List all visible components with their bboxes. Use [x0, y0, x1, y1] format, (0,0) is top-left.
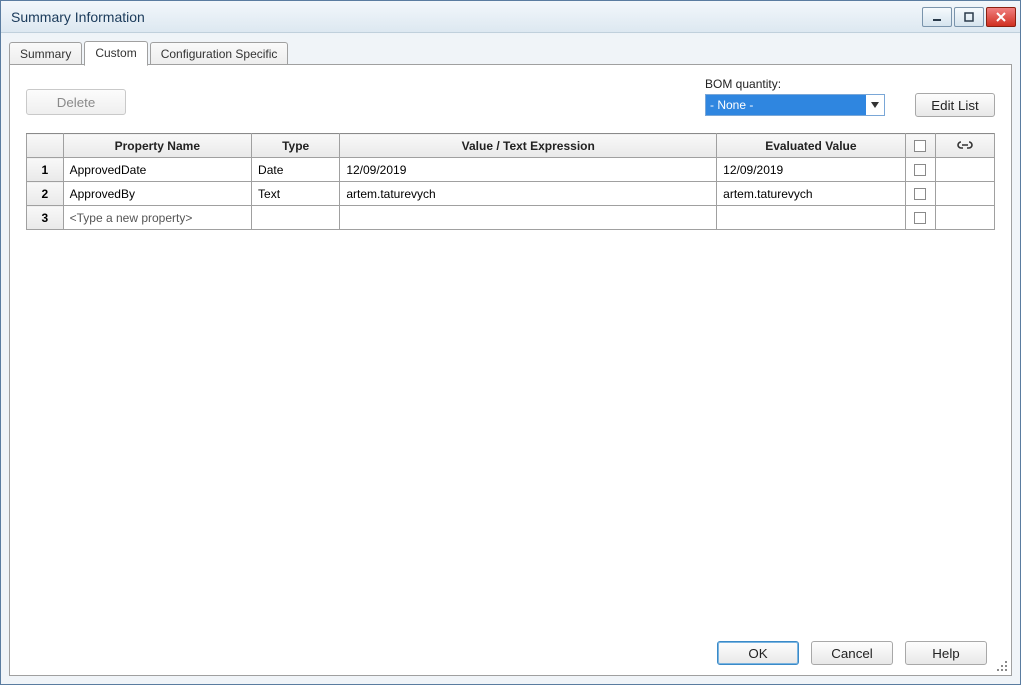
grid-header-evaluated[interactable]: Evaluated Value [717, 134, 905, 158]
cell-check[interactable] [905, 206, 935, 230]
edit-list-button[interactable]: Edit List [915, 93, 995, 117]
chevron-down-icon [866, 102, 884, 108]
ok-button[interactable]: OK [717, 641, 799, 665]
bom-quantity-label: BOM quantity: [705, 77, 995, 91]
tab-bar: Summary Custom Configuration Specific [1, 33, 1020, 65]
tab-configuration-specific[interactable]: Configuration Specific [150, 42, 289, 66]
titlebar: Summary Information [1, 1, 1020, 33]
row-number: 3 [27, 206, 64, 230]
minimize-icon [932, 12, 942, 22]
cell-property-name[interactable]: <Type a new property> [63, 206, 251, 230]
titlebar-buttons [922, 7, 1016, 27]
maximize-button[interactable] [954, 7, 984, 27]
cancel-button[interactable]: Cancel [811, 641, 893, 665]
resize-grip[interactable] [993, 657, 1009, 673]
tab-custom[interactable]: Custom [84, 41, 147, 66]
cell-type[interactable]: Date [252, 158, 340, 182]
cell-check[interactable] [905, 158, 935, 182]
top-controls: Delete BOM quantity: - None - Edit List [26, 77, 995, 117]
close-icon [995, 12, 1007, 22]
checkbox-icon [914, 188, 926, 200]
window-title: Summary Information [11, 9, 922, 25]
checkbox-icon [914, 140, 926, 152]
bom-quantity-value: - None - [706, 95, 866, 115]
bom-group: BOM quantity: - None - Edit List [705, 77, 995, 117]
grid-header-property-name[interactable]: Property Name [63, 134, 251, 158]
grid-header-type[interactable]: Type [252, 134, 340, 158]
help-button[interactable]: Help [905, 641, 987, 665]
cell-link [935, 206, 994, 230]
cell-value[interactable]: artem.taturevych [340, 182, 717, 206]
cell-evaluated [717, 206, 905, 230]
grid-header-link[interactable] [935, 134, 994, 158]
grid-header-value[interactable]: Value / Text Expression [340, 134, 717, 158]
checkbox-icon [914, 164, 926, 176]
tab-underline [9, 64, 1012, 65]
cell-type[interactable]: Text [252, 182, 340, 206]
cell-link [935, 158, 994, 182]
row-number: 1 [27, 158, 64, 182]
cell-property-name[interactable]: ApprovedBy [63, 182, 251, 206]
maximize-icon [964, 12, 974, 22]
dialog-footer: OK Cancel Help [717, 641, 987, 665]
table-row-new[interactable]: 3 <Type a new property> [27, 206, 995, 230]
cell-type[interactable] [252, 206, 340, 230]
close-button[interactable] [986, 7, 1016, 27]
cell-evaluated: artem.taturevych [717, 182, 905, 206]
table-row[interactable]: 1 ApprovedDate Date 12/09/2019 12/09/201… [27, 158, 995, 182]
row-number: 2 [27, 182, 64, 206]
grid-header-check[interactable] [905, 134, 935, 158]
cell-property-name[interactable]: ApprovedDate [63, 158, 251, 182]
tab-summary[interactable]: Summary [9, 42, 82, 66]
cell-value[interactable] [340, 206, 717, 230]
cell-value[interactable]: 12/09/2019 [340, 158, 717, 182]
cell-evaluated: 12/09/2019 [717, 158, 905, 182]
properties-grid[interactable]: Property Name Type Value / Text Expressi… [26, 133, 995, 230]
cell-link [935, 182, 994, 206]
bom-quantity-select[interactable]: - None - [705, 94, 885, 116]
tab-panel-custom: Delete BOM quantity: - None - Edit List [9, 65, 1012, 676]
dialog-window: Summary Information Summary Custom Confi… [0, 0, 1021, 685]
grid-header-corner [27, 134, 64, 158]
checkbox-icon [914, 212, 926, 224]
cell-check[interactable] [905, 182, 935, 206]
link-icon [956, 140, 974, 150]
table-row[interactable]: 2 ApprovedBy Text artem.taturevych artem… [27, 182, 995, 206]
delete-button: Delete [26, 89, 126, 115]
minimize-button[interactable] [922, 7, 952, 27]
